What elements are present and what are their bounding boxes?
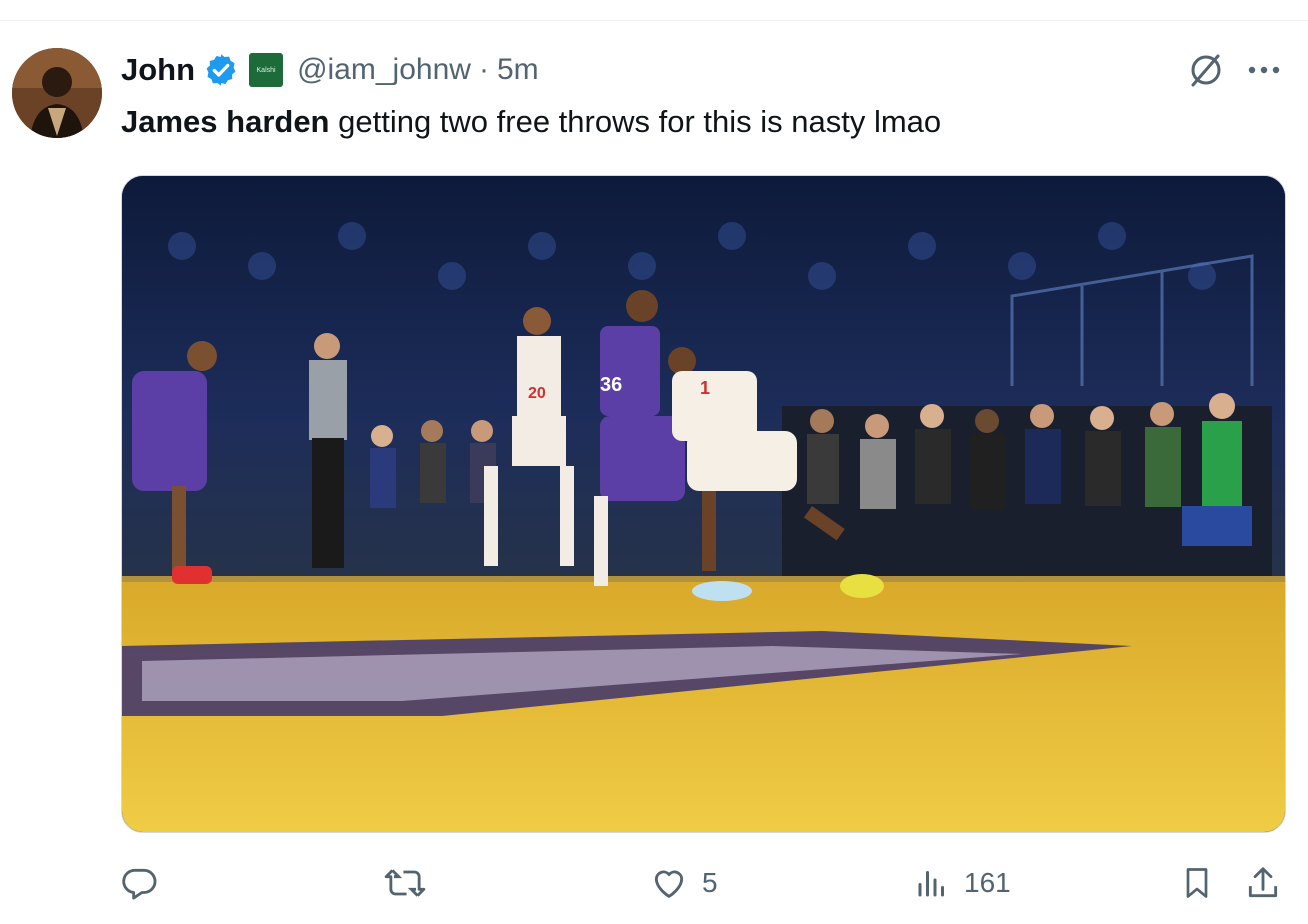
author-name[interactable]: John xyxy=(121,52,195,88)
tweet-text-bold: James harden xyxy=(121,104,330,139)
like-button[interactable]: 5 xyxy=(650,855,718,911)
grok-icon[interactable] xyxy=(1184,48,1228,92)
tweet-text-rest: getting two free throws for this is nast… xyxy=(329,104,942,139)
bookmark-icon xyxy=(1179,863,1215,903)
timestamp[interactable]: 5m xyxy=(497,53,539,87)
action-bar: 5 161 xyxy=(0,855,1308,915)
reply-icon xyxy=(121,864,159,902)
views-button[interactable]: 161 xyxy=(914,855,1011,911)
tweet-media-image[interactable]: 20 36 1 xyxy=(121,175,1286,833)
tweet-header: John Kalshi @iam_johnw · 5m xyxy=(121,48,539,92)
share-icon xyxy=(1244,863,1282,903)
affiliate-badge[interactable]: Kalshi xyxy=(249,53,284,87)
bookmark-button[interactable] xyxy=(1179,855,1215,911)
top-divider xyxy=(0,20,1308,21)
views-icon xyxy=(914,864,950,902)
retweet-button[interactable] xyxy=(383,855,441,911)
author-handle[interactable]: @iam_johnw xyxy=(297,53,471,87)
views-count: 161 xyxy=(964,867,1011,898)
like-icon xyxy=(650,864,688,902)
tweet-text: James harden getting two free throws for… xyxy=(121,104,941,140)
avatar[interactable] xyxy=(12,48,102,138)
jersey-number-1: 1 xyxy=(700,378,710,398)
share-button[interactable] xyxy=(1244,855,1282,911)
reply-button[interactable] xyxy=(121,855,173,911)
retweet-icon xyxy=(383,864,427,902)
jersey-number-36: 36 xyxy=(600,374,622,396)
more-icon[interactable] xyxy=(1244,58,1284,82)
jersey-number-20: 20 xyxy=(528,385,546,402)
verified-icon[interactable] xyxy=(203,52,239,88)
like-count: 5 xyxy=(702,867,718,898)
separator: · xyxy=(478,53,489,86)
